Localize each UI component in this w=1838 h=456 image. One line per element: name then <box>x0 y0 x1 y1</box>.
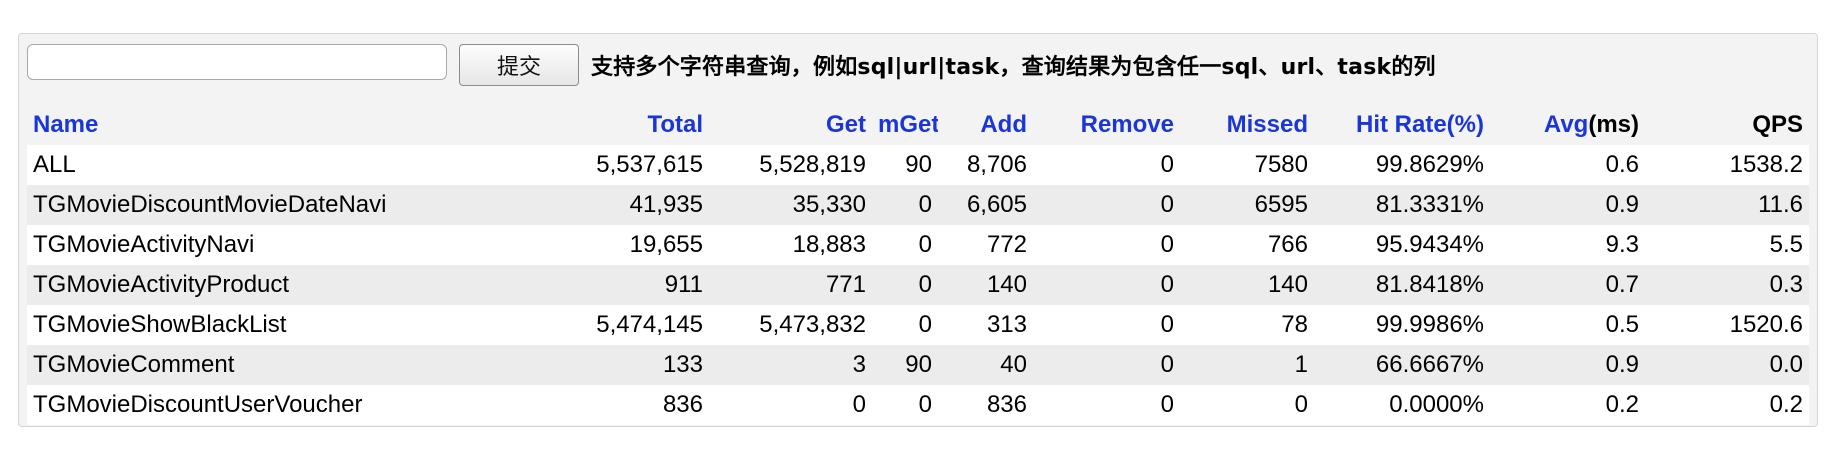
cell-qps: 0.0 <box>1645 345 1809 385</box>
cell-remove: 0 <box>1033 265 1180 305</box>
cell-get: 3 <box>709 345 872 385</box>
cell-mget: 90 <box>872 345 938 385</box>
cell-add: 140 <box>938 265 1033 305</box>
cell-qps: 11.6 <box>1645 185 1809 225</box>
column-header-add[interactable]: Add <box>938 105 1033 145</box>
cell-missed: 140 <box>1180 265 1314 305</box>
column-header-name[interactable]: Name <box>27 105 547 145</box>
cell-mget: 0 <box>872 185 938 225</box>
cell-total: 133 <box>547 345 709 385</box>
column-header-qps: QPS <box>1645 105 1809 145</box>
cell-remove: 0 <box>1033 185 1180 225</box>
cell-avg: 0.2 <box>1490 385 1645 425</box>
cell-name: TGMovieActivityProduct <box>27 265 547 305</box>
column-header-missed[interactable]: Missed <box>1180 105 1314 145</box>
cell-name: TGMovieShowBlackList <box>27 305 547 345</box>
column-header-remove[interactable]: Remove <box>1033 105 1180 145</box>
cell-add: 836 <box>938 385 1033 425</box>
cell-name: TGMovieComment <box>27 345 547 385</box>
table-row: TGMovieActivityProduct 911 771 0 140 0 1… <box>27 265 1809 305</box>
cell-get: 5,473,832 <box>709 305 872 345</box>
cell-qps: 1538.2 <box>1645 145 1809 185</box>
cell-hit-rate: 99.8629% <box>1314 145 1490 185</box>
cell-name: TGMovieDiscountMovieDateNavi <box>27 185 547 225</box>
cell-hit-rate: 81.8418% <box>1314 265 1490 305</box>
cell-qps: 1520.6 <box>1645 305 1809 345</box>
cell-get: 771 <box>709 265 872 305</box>
cell-get: 35,330 <box>709 185 872 225</box>
column-header-avg-link[interactable]: Avg <box>1544 111 1588 138</box>
cell-avg: 0.5 <box>1490 305 1645 345</box>
table-row: TGMovieDiscountUserVoucher 836 0 0 836 0… <box>27 385 1809 425</box>
cache-stats-table: Name Total Get mGet Add Remove Missed Hi… <box>27 105 1809 425</box>
cell-hit-rate: 95.9434% <box>1314 225 1490 265</box>
cell-missed: 6595 <box>1180 185 1314 225</box>
cell-qps: 0.3 <box>1645 265 1809 305</box>
table-row: TGMovieDiscountMovieDateNavi 41,935 35,3… <box>27 185 1809 225</box>
cell-name: TGMovieActivityNavi <box>27 225 547 265</box>
cell-add: 772 <box>938 225 1033 265</box>
cell-mget: 0 <box>872 305 938 345</box>
cell-qps: 0.2 <box>1645 385 1809 425</box>
cell-get: 18,883 <box>709 225 872 265</box>
stats-panel: 提交 支持多个字符串查询，例如sql|url|task，查询结果为包含任一sql… <box>18 33 1818 427</box>
cell-missed: 7580 <box>1180 145 1314 185</box>
cell-missed: 766 <box>1180 225 1314 265</box>
cell-total: 5,537,615 <box>547 145 709 185</box>
cell-qps: 5.5 <box>1645 225 1809 265</box>
cell-name: TGMovieDiscountUserVoucher <box>27 385 547 425</box>
column-header-avg: Avg(ms) <box>1490 105 1645 145</box>
cell-add: 313 <box>938 305 1033 345</box>
query-hint: 支持多个字符串查询，例如sql|url|task，查询结果为包含任一sql、ur… <box>591 55 1436 80</box>
submit-button[interactable]: 提交 <box>459 44 579 86</box>
cell-missed: 0 <box>1180 385 1314 425</box>
cell-avg: 9.3 <box>1490 225 1645 265</box>
cell-remove: 0 <box>1033 305 1180 345</box>
cell-avg: 0.9 <box>1490 345 1645 385</box>
cell-mget: 0 <box>872 385 938 425</box>
cell-hit-rate: 66.6667% <box>1314 345 1490 385</box>
cell-add: 8,706 <box>938 145 1033 185</box>
search-input[interactable] <box>27 44 447 80</box>
cell-total: 19,655 <box>547 225 709 265</box>
cell-remove: 0 <box>1033 345 1180 385</box>
column-header-get[interactable]: Get <box>709 105 872 145</box>
cell-total: 911 <box>547 265 709 305</box>
table-row: TGMovieShowBlackList 5,474,145 5,473,832… <box>27 305 1809 345</box>
cell-hit-rate: 0.0000% <box>1314 385 1490 425</box>
cell-remove: 0 <box>1033 385 1180 425</box>
cell-avg: 0.7 <box>1490 265 1645 305</box>
cell-get: 0 <box>709 385 872 425</box>
table-header-row: Name Total Get mGet Add Remove Missed Hi… <box>27 105 1809 145</box>
column-header-mget[interactable]: mGet <box>872 105 938 145</box>
cell-hit-rate: 81.3331% <box>1314 185 1490 225</box>
cell-total: 5,474,145 <box>547 305 709 345</box>
cell-missed: 1 <box>1180 345 1314 385</box>
cell-add: 6,605 <box>938 185 1033 225</box>
cell-mget: 90 <box>872 145 938 185</box>
cell-mget: 0 <box>872 265 938 305</box>
cell-total: 836 <box>547 385 709 425</box>
cell-avg: 0.9 <box>1490 185 1645 225</box>
column-header-total[interactable]: Total <box>547 105 709 145</box>
cell-avg: 0.6 <box>1490 145 1645 185</box>
cell-total: 41,935 <box>547 185 709 225</box>
cell-get: 5,528,819 <box>709 145 872 185</box>
column-header-hit-rate[interactable]: Hit Rate(%) <box>1314 105 1490 145</box>
cell-missed: 78 <box>1180 305 1314 345</box>
table-row: TGMovieComment 133 3 90 40 0 1 66.6667% … <box>27 345 1809 385</box>
cell-add: 40 <box>938 345 1033 385</box>
cell-remove: 0 <box>1033 225 1180 265</box>
query-toolbar: 提交 支持多个字符串查询，例如sql|url|task，查询结果为包含任一sql… <box>27 42 1809 88</box>
cell-name: ALL <box>27 145 547 185</box>
cell-mget: 0 <box>872 225 938 265</box>
table-row: ALL 5,537,615 5,528,819 90 8,706 0 7580 … <box>27 145 1809 185</box>
cell-remove: 0 <box>1033 145 1180 185</box>
table-row: TGMovieActivityNavi 19,655 18,883 0 772 … <box>27 225 1809 265</box>
cell-hit-rate: 99.9986% <box>1314 305 1490 345</box>
column-header-avg-unit: (ms) <box>1588 111 1639 138</box>
